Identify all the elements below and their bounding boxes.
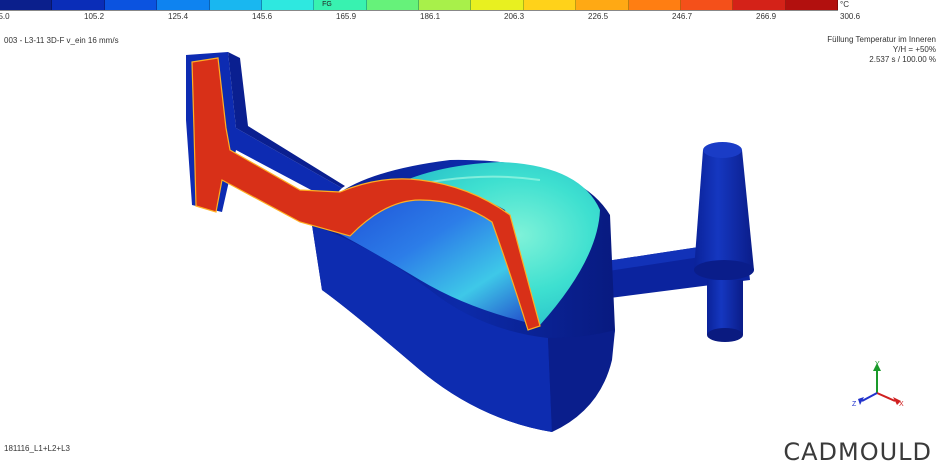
- brand-logo: CADMOULD: [783, 438, 932, 466]
- runner-arm-right: [600, 142, 754, 342]
- model-name: 181116_L1+L2+L3: [4, 444, 70, 453]
- axis-x-label: X: [899, 401, 904, 408]
- axis-triad: Y X Z: [852, 361, 904, 408]
- axis-z-label: Z: [852, 401, 857, 408]
- axis-y-label: Y: [875, 361, 880, 368]
- 3d-viewport[interactable]: Y X Z: [0, 0, 940, 468]
